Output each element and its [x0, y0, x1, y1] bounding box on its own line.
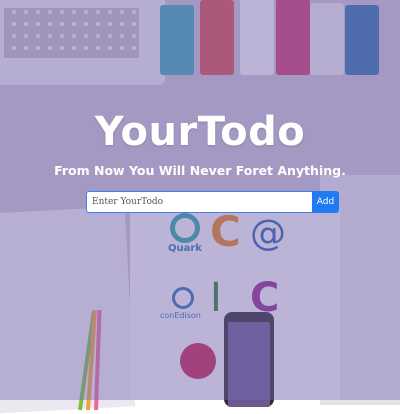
add-button[interactable]: Add: [312, 191, 339, 213]
app-tagline: From Now You Will Never Foret Anything.: [54, 163, 346, 178]
hero: YourTodo From Now You Will Never Foret A…: [0, 108, 400, 180]
app-title: YourTodo: [94, 109, 306, 155]
todo-input[interactable]: [86, 191, 312, 213]
add-todo-form: Add: [86, 191, 339, 213]
